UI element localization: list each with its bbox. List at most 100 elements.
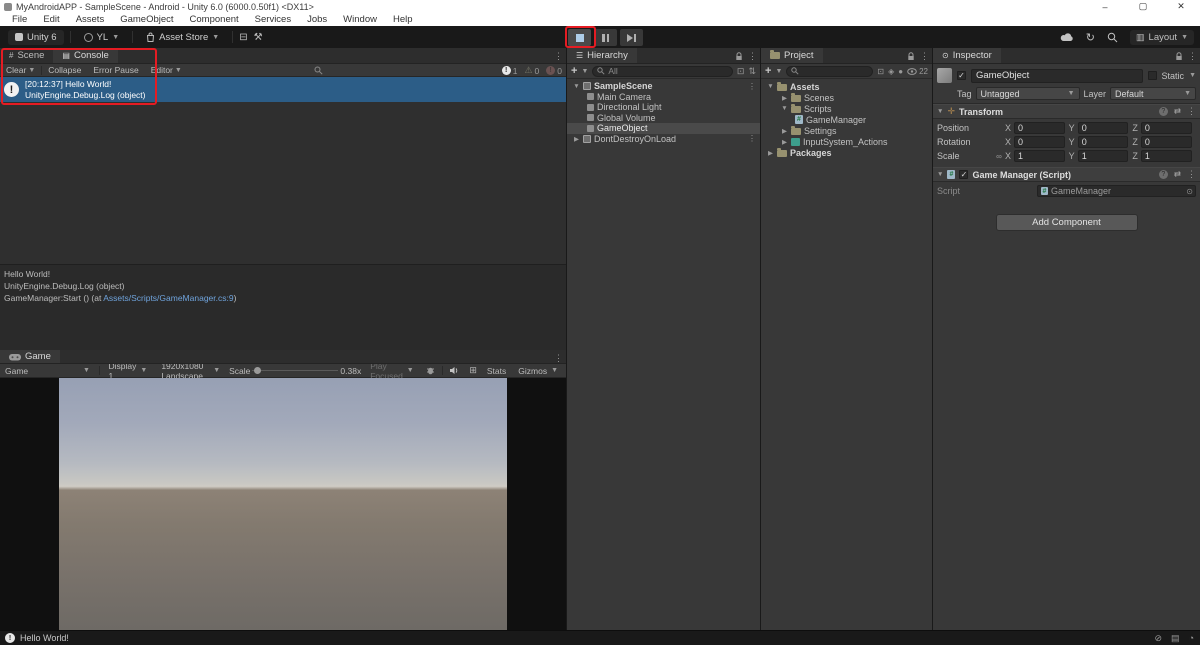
cloud-icon[interactable] <box>1060 32 1074 42</box>
gameobject-name-field[interactable]: GameObject <box>971 69 1143 83</box>
foldout-open-icon[interactable]: ▼ <box>937 108 943 115</box>
add-component-button[interactable]: Add Component <box>996 214 1138 231</box>
position-x-field[interactable]: 0 <box>1014 122 1065 134</box>
maximize-button[interactable]: ▢ <box>1124 0 1162 13</box>
foldout-closed-icon[interactable]: ▶ <box>781 127 788 135</box>
step-button[interactable] <box>620 29 643 46</box>
status-message[interactable]: Hello World! <box>20 633 69 643</box>
tab-inspector[interactable]: ⊙ Inspector <box>933 48 1001 63</box>
project-item-assets[interactable]: ▼ Assets <box>761 81 932 92</box>
hidden-packages-toggle[interactable]: 22 <box>907 67 928 76</box>
scale-z-field[interactable]: 1 <box>1141 150 1192 162</box>
object-picker-icon[interactable]: ⊙ <box>1186 187 1193 196</box>
panel-menu-icon[interactable]: ⋮ <box>1188 51 1197 62</box>
foldout-open-icon[interactable]: ▼ <box>781 105 788 112</box>
project-item-gamemanager[interactable]: # GameManager <box>761 114 932 125</box>
menu-edit[interactable]: Edit <box>35 13 67 26</box>
layout-dropdown[interactable]: ▥ Layout ▼ <box>1130 30 1194 45</box>
rotation-y-field[interactable]: 0 <box>1078 136 1129 148</box>
multiplayer-window-icon[interactable]: ⊟ <box>239 32 247 43</box>
panel-menu-icon[interactable]: ⋮ <box>748 51 757 62</box>
mute-audio-icon[interactable] <box>446 366 462 375</box>
menu-gameobject[interactable]: GameObject <box>112 13 181 26</box>
project-item-scenes[interactable]: ▶ Scenes <box>761 92 932 103</box>
lock-icon[interactable] <box>735 52 743 61</box>
menu-assets[interactable]: Assets <box>68 13 113 26</box>
component-enabled-checkbox[interactable]: ✓ <box>959 170 968 179</box>
tab-console[interactable]: ▤ Console <box>53 48 117 63</box>
hierarchy-item-global-volume[interactable]: Global Volume <box>567 113 760 124</box>
pause-button[interactable] <box>594 29 617 46</box>
hierarchy-item-gameobject[interactable]: GameObject <box>567 123 760 134</box>
scale-slider[interactable]: Scale 0.38x <box>229 366 361 376</box>
asset-store-dropdown[interactable]: Asset Store ▼ <box>139 30 226 45</box>
position-y-field[interactable]: 0 <box>1078 122 1129 134</box>
foldout-open-icon[interactable]: ▼ <box>937 171 943 178</box>
project-search-input[interactable] <box>786 66 873 77</box>
cache-server-icon[interactable]: ▤ <box>1171 633 1180 644</box>
background-progress-icon[interactable]: ◔ <box>1189 633 1194 643</box>
unity-version-badge[interactable]: Unity 6 <box>8 30 64 45</box>
panel-menu-icon[interactable]: ⋮ <box>920 51 929 62</box>
scale-link-icon[interactable]: ∞ <box>993 152 1005 161</box>
tools-icon[interactable]: ⚒︎ <box>254 32 263 43</box>
gizmos-dropdown[interactable]: Gizmos ▼ <box>513 366 563 376</box>
vsync-grid-icon[interactable]: ⊞ <box>466 365 480 376</box>
error-count[interactable]: !0 <box>546 66 562 76</box>
add-object-button[interactable]: + <box>571 66 577 76</box>
stats-toggle[interactable]: Stats <box>484 366 509 376</box>
menu-jobs[interactable]: Jobs <box>299 13 335 26</box>
tab-hierarchy[interactable]: ☰ Hierarchy <box>567 48 637 63</box>
help-icon[interactable]: ? <box>1159 107 1168 116</box>
game-render[interactable] <box>59 378 507 630</box>
scene-picker-icon[interactable]: ⊡ <box>737 66 745 77</box>
project-item-packages[interactable]: ▶ Packages <box>761 147 932 158</box>
menu-component[interactable]: Component <box>182 13 247 26</box>
hierarchy-item-main-camera[interactable]: Main Camera <box>567 92 760 103</box>
presets-icon[interactable]: ⇄ <box>1174 169 1181 180</box>
menu-window[interactable]: Window <box>335 13 385 26</box>
position-z-field[interactable]: 0 <box>1141 122 1192 134</box>
static-checkbox[interactable] <box>1148 71 1157 80</box>
frame-debugger-icon[interactable] <box>423 366 438 375</box>
tab-game[interactable]: Game <box>0 350 60 363</box>
foldout-closed-icon[interactable]: ▶ <box>767 149 774 157</box>
help-icon[interactable]: ? <box>1159 170 1168 179</box>
game-view-mode-dropdown[interactable]: Game ▼ <box>0 366 95 376</box>
chevron-down-icon[interactable]: ▼ <box>1189 72 1196 79</box>
sort-icon[interactable]: ⇅ <box>748 66 756 77</box>
tab-project[interactable]: Project <box>761 48 823 63</box>
minimize-button[interactable]: – <box>1086 0 1124 13</box>
project-item-inputsystem-actions[interactable]: ▶ InputSystem_Actions <box>761 136 932 147</box>
search-icon[interactable] <box>1107 32 1118 43</box>
presets-icon[interactable]: ⇄ <box>1174 106 1181 117</box>
foldout-closed-icon[interactable]: ▶ <box>781 94 788 102</box>
row-menu-icon[interactable]: ⋮ <box>748 134 756 143</box>
foldout-closed-icon[interactable]: ▶ <box>573 135 580 143</box>
panel-menu-icon[interactable]: ⋮ <box>554 353 563 364</box>
info-count[interactable]: !1 <box>502 66 518 76</box>
menu-services[interactable]: Services <box>247 13 299 26</box>
hierarchy-search-input[interactable]: All <box>592 66 733 77</box>
rotation-x-field[interactable]: 0 <box>1014 136 1065 148</box>
search-by-label-icon[interactable]: ◈ <box>888 67 894 76</box>
component-menu-icon[interactable]: ⋮ <box>1187 169 1196 180</box>
foldout-closed-icon[interactable]: ▶ <box>781 138 788 146</box>
menu-file[interactable]: File <box>4 13 35 26</box>
clear-button[interactable]: Clear ▼ <box>0 65 41 75</box>
console-search[interactable] <box>314 66 323 75</box>
stack-trace-link[interactable]: Assets/Scripts/GameManager.cs:9 <box>103 293 233 303</box>
row-menu-icon[interactable]: ⋮ <box>748 82 756 91</box>
play-stop-button[interactable] <box>568 29 591 46</box>
hierarchy-item-directional-light[interactable]: Directional Light <box>567 102 760 113</box>
editor-dropdown[interactable]: Editor ▼ <box>145 65 188 75</box>
rotation-z-field[interactable]: 0 <box>1141 136 1192 148</box>
script-component-header[interactable]: ▼ # ✓ Game Manager (Script) ? ⇄ ⋮ <box>933 167 1200 182</box>
lock-icon[interactable] <box>907 52 915 61</box>
warning-count[interactable]: ⚠︎0 <box>524 65 539 76</box>
slider-track[interactable] <box>252 370 338 371</box>
error-pause-toggle[interactable]: Error Pause <box>87 65 144 75</box>
menu-help[interactable]: Help <box>385 13 421 26</box>
panel-menu-icon[interactable]: ⋮ <box>554 51 563 62</box>
tab-scene[interactable]: # Scene <box>0 48 53 63</box>
